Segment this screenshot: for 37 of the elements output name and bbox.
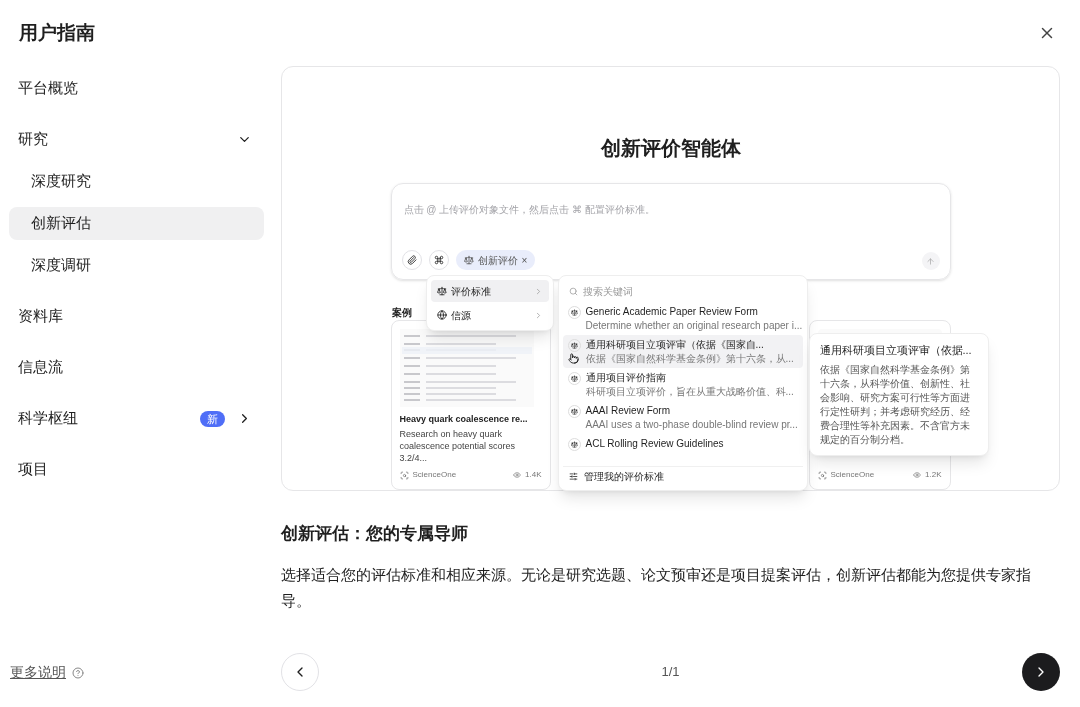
case-views: 1.2K xyxy=(925,469,942,481)
sidebar-item-label: 创新评估 xyxy=(31,213,92,234)
sidebar-item-label: 研究 xyxy=(18,129,49,150)
criteria-description: 科研项目立项评价，旨在从重大战略价值、科... xyxy=(585,385,794,398)
dialog-title: 用户指南 xyxy=(19,20,95,45)
new-badge: 新 xyxy=(200,410,225,427)
sidebar-item-label: 项目 xyxy=(18,459,49,480)
sidebar-item-label: 信息流 xyxy=(18,357,64,378)
case-title: Heavy quark coalescence re... xyxy=(399,413,529,425)
criteria-title: AAAI Review Form xyxy=(585,404,671,418)
sidebar-item-label: 平台概览 xyxy=(18,78,79,99)
case-description: Research on heavy quark coalescence potential scores 3.2/4... xyxy=(399,428,517,464)
case-source: ScienceOne xyxy=(412,469,458,481)
criteria-title: ACL Rolling Review Guidelines xyxy=(585,437,724,451)
slide-description: 选择适合您的评估标准和相应来源。无论是研究选题、论文预审还是项目提案评估，创新评估都能为您提供专家指导。 xyxy=(281,564,1032,611)
criteria-title: 通用项目评价指南 xyxy=(585,371,667,385)
page-indicator: 1/1 xyxy=(661,663,680,682)
sidebar-item-label: 资料库 xyxy=(18,306,64,327)
criteria-description: 依据《国家自然科学基金条例》第十六条，从... xyxy=(585,352,794,365)
slide-heading: 创新评估：您的专属导师 xyxy=(281,523,469,545)
sidebar-item-label: 深度调研 xyxy=(31,255,92,276)
case-source: ScienceOne xyxy=(830,469,876,481)
tooltip-body: 依据《国家自然科学基金条例》第十六条，从科学价值、创新性、社会影响、研究方案可行性等方面进行定性研判；并考虑研究经历、经费合理性等补充因素。不含官方未规定的百分制分档。 xyxy=(819,362,971,447)
tooltip-title: 通用科研项目立项评审（依据... xyxy=(819,343,973,358)
preview-title: 创新评价智能体 xyxy=(600,136,741,161)
menu-item-label: 评价标准 xyxy=(450,284,492,299)
menu-item-label: 信源 xyxy=(450,308,472,323)
chip-label: 创新评价 xyxy=(477,253,518,268)
criteria-description: AAAI uses a two-phase double-blind review pr... xyxy=(585,418,798,431)
input-placeholder: 点击 @ 上传评价对象文件，然后点击 ⌘ 配置评价标准。 xyxy=(403,204,655,215)
cases-label: 案例 xyxy=(391,306,412,320)
criteria-title: 通用科研项目立项评审（依据《国家自... xyxy=(585,338,765,352)
sidebar-item-label: 深度研究 xyxy=(31,171,92,192)
search-placeholder: 搜索关键词 xyxy=(582,284,633,299)
criteria-title: Generic Academic Paper Review Form xyxy=(585,305,759,319)
case-views: 1.4K xyxy=(525,469,542,481)
sidebar-item-label: 科学枢纽 xyxy=(18,408,79,429)
